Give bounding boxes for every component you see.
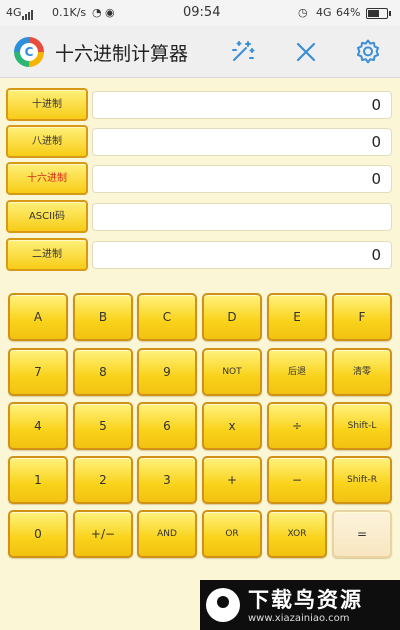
key-xor[interactable]: XOR (267, 510, 327, 558)
settings-gear-icon[interactable] (354, 38, 382, 66)
watermark-title: 下载鸟资源 (248, 588, 363, 612)
watermark-banner: 下载鸟资源 www.xiazainiao.com (200, 580, 400, 630)
key-plus[interactable]: + (202, 456, 262, 504)
key-5[interactable]: 5 (73, 402, 133, 450)
app-logo-letter: C (20, 43, 38, 61)
key-d[interactable]: D (202, 293, 262, 341)
chat-icon: ◉ (105, 6, 115, 19)
binary-field[interactable]: 0 (92, 241, 392, 269)
hex-mode-button[interactable]: 十六进制 (6, 162, 88, 195)
key-or[interactable]: OR (202, 510, 262, 558)
key-not[interactable]: NOT (202, 348, 262, 396)
key-negate[interactable]: +/− (73, 510, 133, 558)
key-shift-left[interactable]: Shift-L (332, 402, 392, 450)
key-6[interactable]: 6 (137, 402, 197, 450)
bird-logo-icon (206, 588, 240, 622)
key-clear[interactable]: 清零 (332, 348, 392, 396)
key-minus[interactable]: − (267, 456, 327, 504)
decimal-field[interactable]: 0 (92, 91, 392, 119)
network-speed: 0.1K/s (52, 6, 87, 19)
key-9[interactable]: 9 (137, 348, 197, 396)
key-f[interactable]: F (332, 293, 392, 341)
key-8[interactable]: 8 (73, 348, 133, 396)
key-e[interactable]: E (267, 293, 327, 341)
key-1[interactable]: 1 (8, 456, 68, 504)
decimal-mode-button[interactable]: 十进制 (6, 88, 88, 121)
ascii-field[interactable] (92, 203, 392, 231)
key-b[interactable]: B (73, 293, 133, 341)
octal-mode-button[interactable]: 八进制 (6, 125, 88, 158)
hex-field[interactable]: 0 (92, 165, 392, 193)
key-backspace[interactable]: 后退 (267, 348, 327, 396)
alarm-icon: ◷ (298, 6, 308, 19)
wifi-icon: ◔ (92, 6, 102, 19)
title-bar: C 十六进制计算器 (0, 26, 400, 78)
binary-mode-button[interactable]: 二进制 (6, 238, 88, 271)
key-a[interactable]: A (8, 293, 68, 341)
page-title: 十六进制计算器 (55, 43, 189, 65)
key-divide[interactable]: ÷ (267, 402, 327, 450)
network-type-right: 4G (316, 6, 332, 19)
key-c[interactable]: C (137, 293, 197, 341)
magic-wand-icon[interactable] (228, 38, 256, 66)
octal-field[interactable]: 0 (92, 128, 392, 156)
key-and[interactable]: AND (137, 510, 197, 558)
watermark-url: www.xiazainiao.com (248, 613, 350, 624)
key-2[interactable]: 2 (73, 456, 133, 504)
key-equals[interactable]: = (332, 510, 392, 558)
close-icon[interactable] (292, 38, 320, 66)
status-bar: 4G 0.1K/s ◔ ◉ 09:54 ◷ 4G 64% (0, 0, 400, 26)
key-multiply[interactable]: x (202, 402, 262, 450)
key-4[interactable]: 4 (8, 402, 68, 450)
key-shift-right[interactable]: Shift-R (332, 456, 392, 504)
clock: 09:54 (183, 5, 221, 20)
key-7[interactable]: 7 (8, 348, 68, 396)
app-logo-icon: C (14, 37, 44, 67)
signal-icon (22, 7, 34, 20)
network-type: 4G (6, 6, 22, 19)
battery-icon (366, 8, 391, 19)
key-0[interactable]: 0 (8, 510, 68, 558)
key-3[interactable]: 3 (137, 456, 197, 504)
battery-percent: 64% (336, 6, 361, 19)
ascii-mode-button[interactable]: ASCII码 (6, 200, 88, 233)
